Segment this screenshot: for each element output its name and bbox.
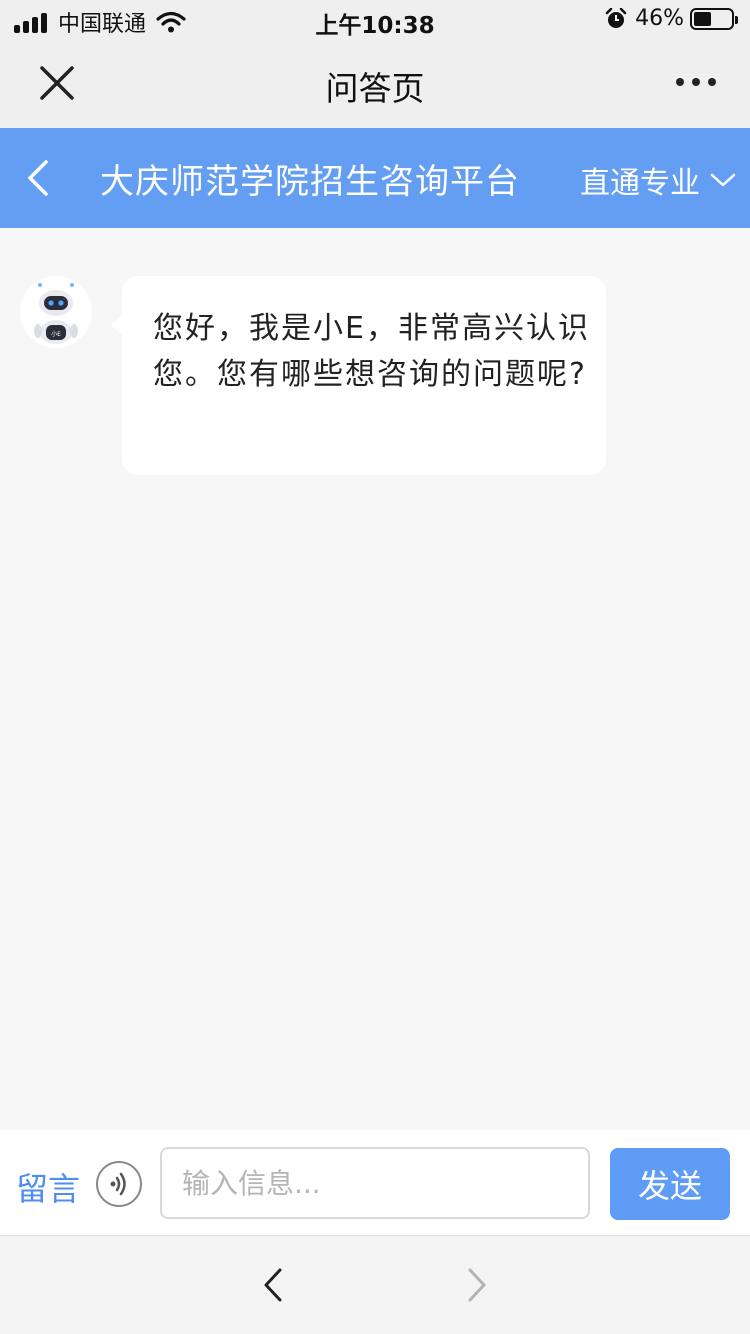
battery-percent: 46% — [635, 6, 684, 31]
input-bar: 留言 发送 — [0, 1130, 750, 1236]
battery-fill — [694, 11, 711, 26]
more-icon[interactable] — [668, 78, 716, 86]
page-title: 问答页 — [325, 69, 425, 108]
browser-forward-icon[interactable] — [460, 1266, 492, 1304]
voice-icon — [110, 1172, 126, 1196]
app-header: 大庆师范学院招生咨询平台 直通专业 — [0, 128, 750, 228]
chat-area[interactable]: 小E 您好，我是小E，非常高兴认识您。您有哪些想咨询的问题呢? — [0, 228, 750, 1130]
dropdown-label: 直通专业 — [580, 166, 700, 201]
message-input[interactable] — [160, 1147, 590, 1219]
voice-button[interactable] — [96, 1161, 142, 1207]
leave-message-button[interactable]: 留言 — [16, 1164, 80, 1210]
bot-avatar-image: 小E — [34, 283, 78, 344]
alarm-icon — [605, 7, 627, 28]
browser-back-icon[interactable] — [258, 1266, 290, 1304]
status-right: 46% — [605, 6, 738, 31]
nav-bar: 问答页 — [0, 40, 750, 128]
browser-toolbar — [0, 1236, 750, 1334]
status-bar: 中国联通 上午10:38 46% — [0, 0, 750, 40]
send-button[interactable]: 发送 — [610, 1148, 730, 1220]
svg-text:小E: 小E — [51, 330, 61, 338]
robot-icon: 小E — [20, 276, 92, 348]
battery-icon — [690, 7, 738, 30]
back-icon[interactable] — [20, 156, 60, 200]
bot-message-bubble: 您好，我是小E，非常高兴认识您。您有哪些想咨询的问题呢? — [111, 276, 606, 475]
chevron-down-icon — [710, 173, 736, 187]
platform-title: 大庆师范学院招生咨询平台 — [100, 162, 520, 202]
major-dropdown[interactable]: 直通专业 — [580, 158, 736, 202]
